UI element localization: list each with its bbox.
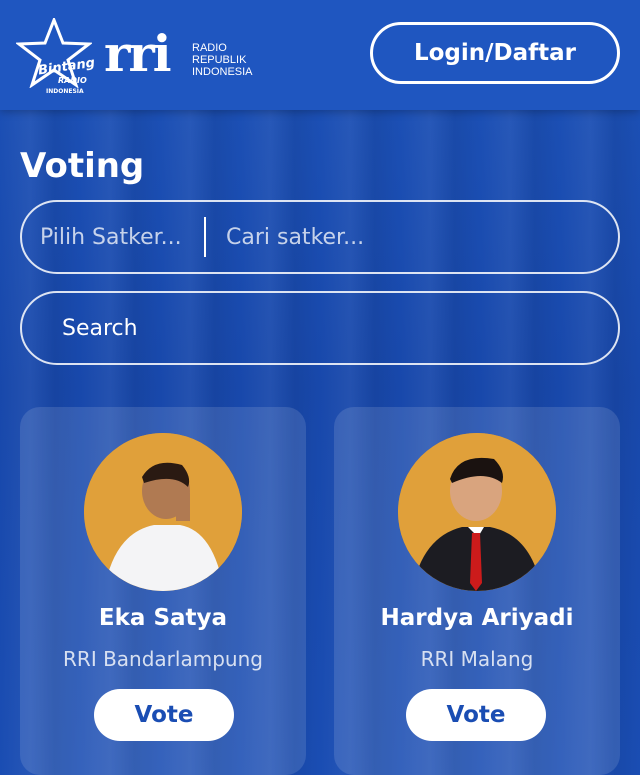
candidate-avatar: [84, 433, 242, 591]
login-register-button[interactable]: Login/Daftar: [370, 22, 620, 84]
rri-sub-line-2: REPUBLIK: [192, 54, 247, 66]
candidate-card: Hardya Ariyadi RRI Malang Vote: [334, 407, 620, 775]
candidate-station: RRI Malang: [420, 647, 534, 671]
rri-logo-subtitle: RADIO REPUBLIK INDONESIA: [192, 42, 253, 78]
page-title: Voting: [20, 146, 145, 186]
vote-button[interactable]: Vote: [406, 689, 546, 741]
rri-sub-line-3: INDONESIA: [192, 66, 253, 78]
candidate-card: Eka Satya RRI Bandarlampung Vote: [20, 407, 306, 775]
satker-search-input[interactable]: Cari satker...: [226, 225, 364, 250]
rri-logo-icon[interactable]: rri: [104, 29, 172, 79]
star-logo-text-radio: RADIO: [58, 76, 87, 85]
satker-select[interactable]: Pilih Satker...: [22, 225, 204, 250]
satker-filter-bar: Pilih Satker... Cari satker...: [20, 200, 620, 274]
search-button[interactable]: Search: [20, 291, 620, 365]
candidate-station: RRI Bandarlampung: [63, 647, 263, 671]
candidate-avatar: [398, 433, 556, 591]
candidate-photo-icon: [84, 433, 242, 591]
bintang-radio-star-logo-icon[interactable]: Bintang RADIO INDONESIA: [14, 15, 96, 95]
rri-sub-line-1: RADIO: [192, 42, 227, 54]
filter-divider: [204, 217, 206, 257]
star-logo-text-indonesia: INDONESIA: [46, 88, 84, 95]
candidate-name: Eka Satya: [98, 605, 228, 631]
candidate-photo-icon: [398, 433, 556, 591]
vote-button[interactable]: Vote: [94, 689, 234, 741]
candidate-name: Hardya Ariyadi: [380, 605, 574, 631]
top-header: Bintang RADIO INDONESIA rri RADIO REPUBL…: [0, 0, 640, 110]
